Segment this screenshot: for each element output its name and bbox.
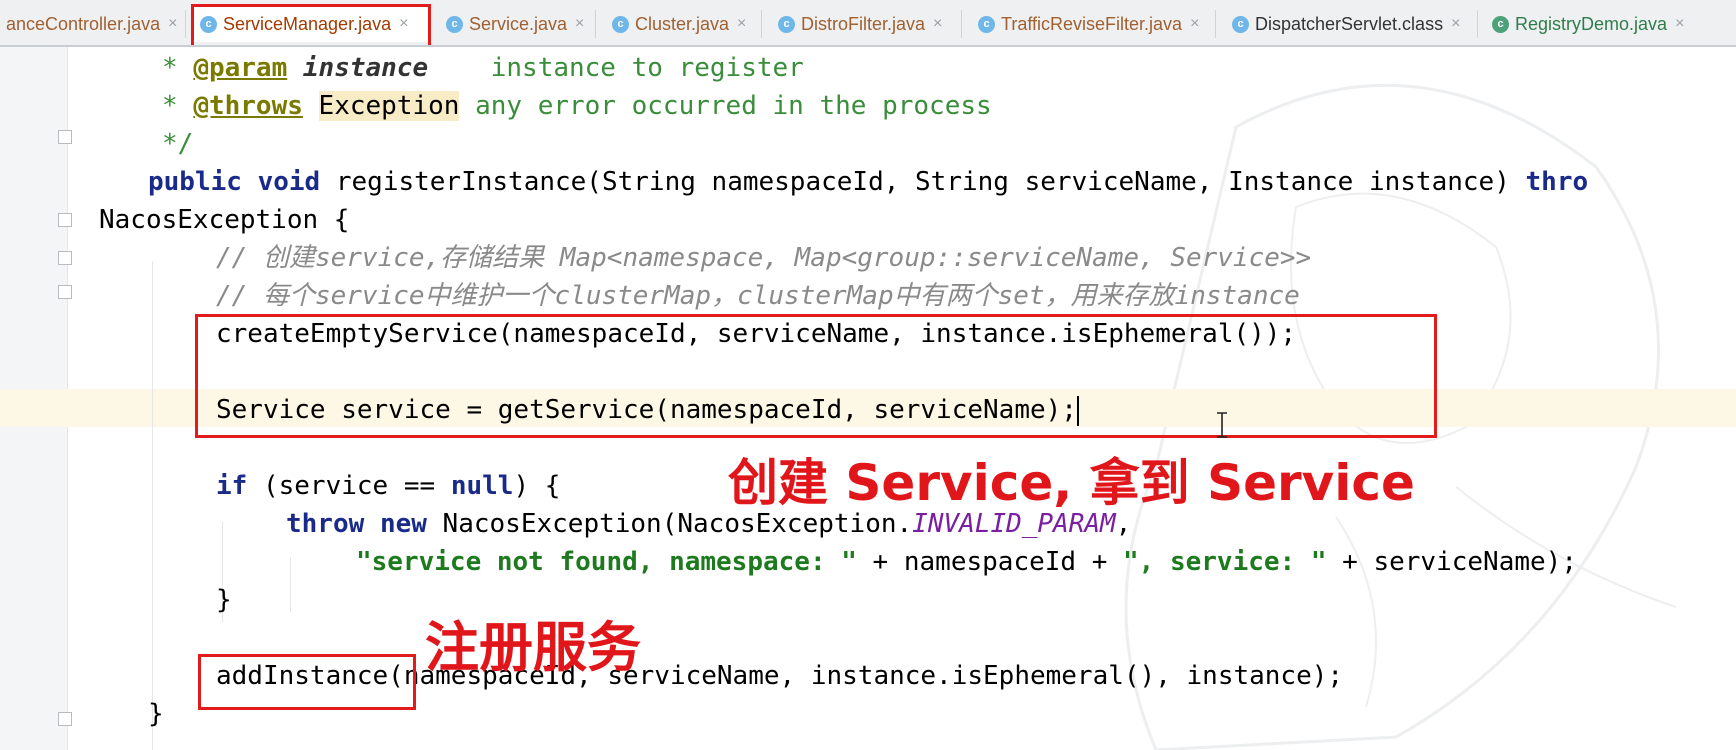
keyword: throw bbox=[286, 509, 365, 539]
tab-divider bbox=[961, 10, 962, 38]
tab-label: RegistryDemo.java bbox=[1515, 13, 1668, 34]
doc-text: any error occurred in the process bbox=[459, 91, 992, 121]
code-text: ) { bbox=[513, 471, 561, 501]
tab-label: DistroFilter.java bbox=[801, 13, 926, 34]
close-icon[interactable]: × bbox=[737, 15, 746, 33]
method-signature: registerInstance(String namespaceId, Str… bbox=[320, 167, 1526, 197]
code-text: + serviceName); bbox=[1326, 547, 1577, 577]
class-icon: c bbox=[1492, 15, 1509, 33]
close-icon[interactable]: × bbox=[1451, 15, 1460, 33]
close-icon[interactable]: × bbox=[1190, 15, 1199, 33]
keyword: public bbox=[148, 167, 242, 197]
class-icon: c bbox=[1232, 15, 1249, 33]
keyword: new bbox=[379, 509, 427, 539]
code-line-6[interactable]: // 创建service,存储结果 Map<namespace, Map<gro… bbox=[216, 239, 1311, 277]
close-icon[interactable]: × bbox=[168, 15, 177, 33]
keyword: null bbox=[450, 471, 514, 501]
code-line-12[interactable]: "service not found, namespace: " + names… bbox=[356, 543, 1577, 581]
code-editor[interactable]: * @param instance instance to register *… bbox=[0, 47, 1736, 750]
fold-marker-icon[interactable] bbox=[58, 213, 72, 227]
tab-traffic-revise-filter[interactable]: c TrafficReviseFilter.java × bbox=[972, 6, 1216, 42]
doc-exception-name: Exception bbox=[318, 91, 460, 121]
tab-label: TrafficReviseFilter.java bbox=[1001, 13, 1183, 34]
fold-marker-icon[interactable] bbox=[58, 285, 72, 299]
class-icon: c bbox=[778, 15, 795, 33]
tab-label: DispatcherServlet.class bbox=[1255, 13, 1444, 34]
tab-service[interactable]: c Service.java × bbox=[440, 6, 596, 42]
tab-dispatcher-servlet[interactable]: c DispatcherServlet.class × bbox=[1226, 6, 1478, 42]
doc-text: instance to register bbox=[428, 53, 804, 83]
tab-divider bbox=[1477, 10, 1478, 38]
tab-divider bbox=[185, 10, 186, 38]
tab-instance-controller[interactable]: anceController.java × bbox=[0, 6, 186, 42]
keyword: if bbox=[216, 471, 248, 501]
class-icon: c bbox=[612, 15, 629, 33]
tab-distro-filter[interactable]: c DistroFilter.java × bbox=[772, 6, 962, 42]
tab-highlight-box bbox=[191, 4, 431, 45]
tab-label: anceController.java bbox=[6, 13, 161, 34]
doc-star: * bbox=[162, 53, 194, 83]
tab-label: Service.java bbox=[469, 13, 568, 34]
code-line-13[interactable]: } bbox=[216, 581, 232, 619]
code-line-2[interactable]: * @throws Exception any error occurred i… bbox=[162, 87, 992, 125]
code-text: + namespaceId + bbox=[856, 547, 1124, 577]
code-line-3[interactable]: */ bbox=[162, 125, 193, 163]
close-icon[interactable]: × bbox=[1675, 15, 1684, 33]
doc-param-name: instance bbox=[302, 53, 429, 83]
doc-star: * bbox=[162, 91, 194, 121]
code-text: (service == bbox=[247, 471, 451, 501]
fold-marker-icon[interactable] bbox=[58, 712, 72, 726]
code-line-15[interactable]: } bbox=[148, 695, 164, 733]
code-line-7[interactable]: // 每个service中维护一个clusterMap，clusterMap中有… bbox=[216, 277, 1300, 315]
code-line-5[interactable]: NacosException { bbox=[99, 201, 349, 239]
code-line-4[interactable]: public void registerInstance(String name… bbox=[148, 163, 1588, 201]
tab-cluster[interactable]: c Cluster.java × bbox=[606, 6, 762, 42]
fold-marker-icon[interactable] bbox=[58, 251, 72, 265]
annotation-register-service: 注册服务 bbox=[425, 616, 641, 679]
keyword: thro bbox=[1525, 167, 1589, 197]
fold-marker-icon[interactable] bbox=[58, 130, 72, 144]
indent-guide bbox=[290, 557, 291, 612]
ibeam-cursor-icon bbox=[1217, 412, 1227, 438]
code-line-1[interactable]: * @param instance instance to register bbox=[162, 49, 804, 87]
tab-divider bbox=[595, 10, 596, 38]
tab-registry-demo[interactable]: c RegistryDemo.java × bbox=[1486, 6, 1736, 42]
string-literal: "service not found, namespace: " bbox=[356, 547, 857, 577]
string-literal: ", service: " bbox=[1123, 547, 1327, 577]
tab-divider bbox=[1215, 10, 1216, 38]
tab-divider bbox=[761, 10, 762, 38]
close-icon[interactable]: × bbox=[575, 15, 584, 33]
tab-label: Cluster.java bbox=[635, 13, 730, 34]
doc-tag-param: @param bbox=[193, 53, 288, 83]
indent-guide bbox=[152, 261, 153, 750]
doc-tag-throws: @throws bbox=[193, 91, 303, 121]
code-line-10[interactable]: if (service == null) { bbox=[216, 467, 560, 505]
highlight-box-add-instance bbox=[198, 654, 416, 710]
keyword: void bbox=[257, 167, 321, 197]
class-icon: c bbox=[446, 15, 463, 33]
annotation-create-service: 创建 Service, 拿到 Service bbox=[728, 454, 1415, 512]
highlight-box-create-service bbox=[195, 314, 1437, 438]
close-icon[interactable]: × bbox=[933, 15, 942, 33]
editor-tab-bar: anceController.java × c ServiceManager.j… bbox=[0, 0, 1736, 47]
class-icon: c bbox=[978, 15, 995, 33]
